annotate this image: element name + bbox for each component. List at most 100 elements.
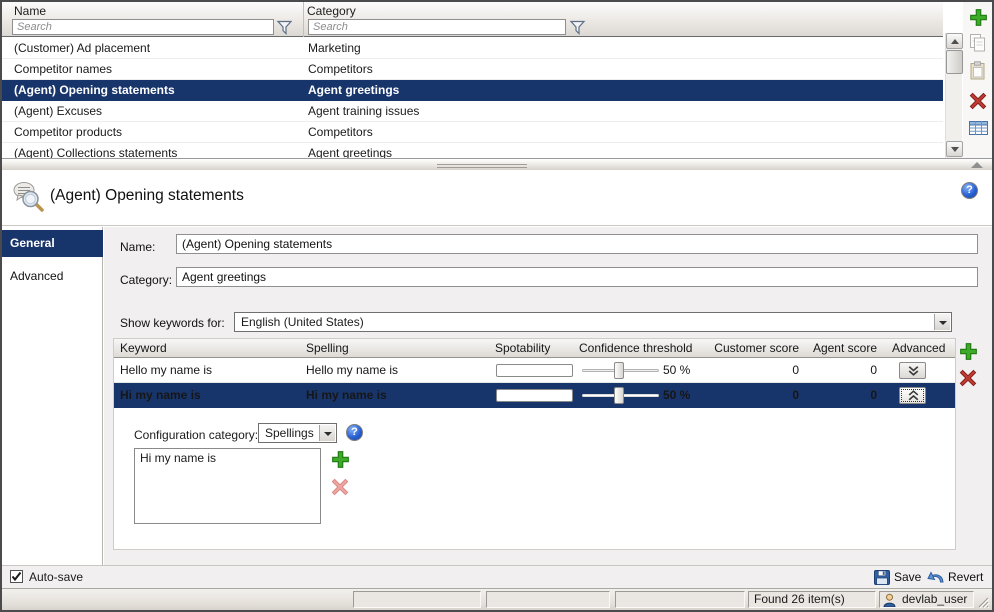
advanced-expand-button[interactable] [899,362,926,379]
item-category: Agent greetings [308,80,399,100]
help-icon[interactable]: ? [961,182,978,199]
col-confidence-threshold[interactable]: Confidence threshold [579,339,692,357]
delete-spelling-icon-disabled[interactable] [331,478,350,497]
copy-icon[interactable] [969,33,988,52]
list-scrollbar[interactable] [945,33,962,158]
language-select[interactable]: English (United States) [234,312,952,332]
keyword-list-pane: Name Category (Customer) Ad placement Ma… [2,2,992,158]
configuration-category-label: Configuration category: [134,426,258,445]
name-search-input[interactable] [12,19,274,35]
item-category: Competitors [308,59,373,79]
list-item[interactable]: Competitor products Competitors [2,122,943,143]
status-found-count: Found 26 item(s) [748,591,876,608]
tab-general[interactable]: General [2,230,103,257]
confidence-value: 50 % [663,358,690,383]
category-search-input[interactable] [308,19,566,35]
delete-keyword-icon[interactable] [959,369,978,388]
scrollbar-thumb[interactable] [946,50,963,74]
name-field-label: Name: [120,240,155,254]
save-button[interactable]: Save [894,570,921,584]
col-customer-score[interactable]: Customer score [694,339,799,357]
add-keyword-icon[interactable] [959,342,978,361]
resize-grip-icon[interactable] [976,595,990,609]
filter-icon[interactable] [276,20,294,35]
confidence-value: 50 % [663,383,690,408]
advanced-collapse-button[interactable] [899,387,926,404]
column-header-category[interactable]: Category [307,4,356,18]
tab-advanced[interactable]: Advanced [2,263,103,290]
status-bar: Found 26 item(s) devlab_user [2,588,992,610]
spelling-item[interactable]: Hi my name is [135,449,320,467]
item-name: Competitor names [14,59,112,79]
language-select-label: Show keywords for: [120,316,225,330]
add-spelling-icon[interactable] [331,450,350,469]
autosave-checkbox[interactable] [10,570,23,583]
help-icon[interactable]: ? [346,424,363,441]
keyword-cell: Hello my name is [120,358,212,383]
col-spotability[interactable]: Spotability [495,339,550,357]
spelling-cell: Hi my name is [306,383,387,408]
user-icon [883,593,896,608]
col-spelling[interactable]: Spelling [306,339,349,357]
list-item[interactable]: Competitor names Competitors [2,59,943,80]
keyword-set-list: (Customer) Ad placement Marketing Compet… [2,38,943,158]
column-header-name[interactable]: Name [14,4,46,18]
column-separator[interactable] [303,2,304,37]
category-field[interactable] [176,267,978,287]
list-item[interactable]: (Customer) Ad placement Marketing [2,38,943,59]
table-view-icon[interactable] [969,121,988,140]
language-select-value: English (United States) [241,313,364,331]
add-icon[interactable] [969,8,988,27]
spotability-bar [496,364,573,377]
list-item[interactable]: (Agent) Excuses Agent training issues [2,101,943,122]
confidence-slider-thumb[interactable] [614,387,624,404]
item-category: Marketing [308,38,361,58]
item-category: Agent training issues [308,101,419,121]
item-category: Competitors [308,122,373,142]
revert-icon[interactable] [927,570,945,587]
delete-icon[interactable] [969,92,988,111]
chevron-down-icon[interactable] [934,314,950,330]
splitter-collapse-icon[interactable] [971,162,983,168]
status-user-panel: devlab_user [879,591,974,608]
paste-icon[interactable] [969,61,988,80]
list-item-selected[interactable]: (Agent) Opening statements Agent greetin… [2,80,943,101]
keyword-table-header: Keyword Spelling Spotability Confidence … [114,339,955,358]
status-username: devlab_user [902,592,967,606]
chevron-down-icon[interactable] [319,425,335,441]
keyword-row[interactable]: Hello my name is Hello my name is 50 % 0… [114,358,955,383]
spellings-listbox[interactable]: Hi my name is [134,448,321,524]
pane-splitter[interactable] [2,158,992,170]
spotability-bar [496,389,573,402]
configuration-category-select[interactable]: Spellings [258,423,337,443]
status-panel [353,591,481,608]
agent-score-cell[interactable]: 0 [809,358,877,383]
revert-button[interactable]: Revert [948,570,983,584]
col-agent-score[interactable]: Agent score [809,339,877,357]
keyword-row-selected[interactable]: Hi my name is Hi my name is 50 % 0 0 [114,383,955,408]
scrollbar-down-button[interactable] [946,141,963,157]
name-field[interactable] [176,234,978,254]
footer-bar: Auto-save Save Revert [2,565,992,588]
customer-score-cell[interactable]: 0 [694,358,799,383]
agent-score-cell[interactable]: 0 [809,383,877,408]
item-name: (Agent) Collections statements [14,143,177,158]
list-header: Name Category [2,2,943,37]
list-item[interactable]: (Agent) Collections statements Agent gre… [2,143,943,158]
scrollbar-up-button[interactable] [946,33,963,49]
status-panel [486,591,610,608]
item-name: Competitor products [14,122,122,142]
col-advanced[interactable]: Advanced [892,339,945,357]
confidence-slider-thumb[interactable] [614,362,624,379]
detail-panel: (Agent) Opening statements ? General Adv… [2,170,992,565]
list-toolbar [963,2,992,158]
filter-icon[interactable] [569,20,587,35]
keyword-table: Keyword Spelling Spotability Confidence … [113,338,956,550]
save-icon[interactable] [874,570,890,588]
splitter-grip-icon[interactable] [437,162,527,168]
customer-score-cell[interactable]: 0 [694,383,799,408]
item-name: (Customer) Ad placement [14,38,150,58]
detail-header: (Agent) Opening statements ? [2,170,992,226]
col-keyword[interactable]: Keyword [120,339,167,357]
detail-sidebar: General Advanced [2,227,103,565]
